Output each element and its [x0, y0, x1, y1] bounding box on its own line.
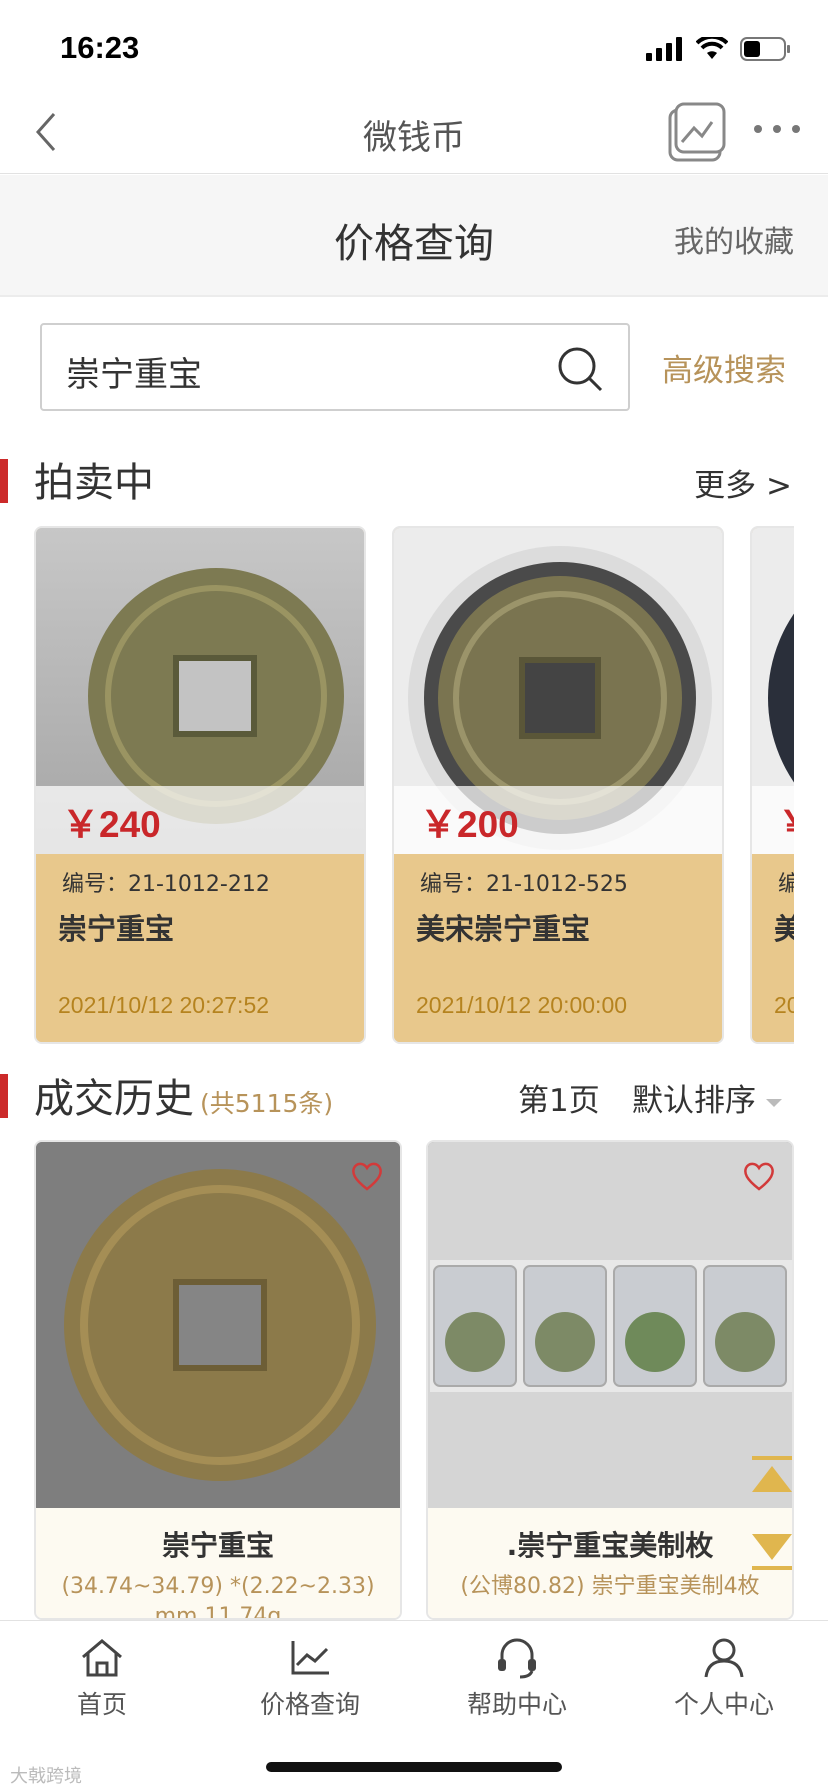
auction-number: 编号：21-1012-212	[62, 872, 270, 897]
sort-dropdown[interactable]: 默认排序	[632, 1075, 782, 1120]
history-card[interactable]: .崇宁重宝美制枚 (公博80.82) 崇宁重宝美制4枚	[426, 1140, 794, 1620]
search-icon[interactable]	[556, 345, 604, 393]
tab-home[interactable]: 首页	[22, 1637, 182, 1721]
auction-carousel[interactable]: ￥240 编号：21-1012-212 崇宁重宝 2021/10/12 20:2…	[34, 526, 794, 1046]
auction-info: 编号：21-1012-212 崇宁重宝 2021/10/12 20:27:52	[36, 854, 364, 1042]
history-name: .崇宁重宝美制枚	[506, 1529, 714, 1562]
tab-personal-center[interactable]: 个人中心	[644, 1637, 804, 1721]
auction-name: 美	[774, 906, 794, 948]
auction-price: ￥	[778, 794, 794, 848]
more-icon[interactable]	[752, 114, 802, 144]
search-input[interactable]: 崇宁重宝	[40, 323, 630, 411]
wifi-icon	[696, 37, 728, 59]
tab-price-query[interactable]: 价格查询	[230, 1637, 390, 1721]
person-icon	[704, 1638, 744, 1678]
tab-personal-center-label: 个人中心	[673, 1690, 774, 1719]
auction-name: 美宋崇宁重宝	[416, 912, 591, 946]
tab-help-center-label: 帮助中心	[466, 1690, 567, 1719]
my-favorites-link[interactable]: 我的收藏	[674, 217, 794, 261]
status-icons	[646, 36, 792, 62]
auction-time: 2021/10/12 20:00:00	[416, 992, 628, 1018]
auction-name: 崇宁重宝	[58, 912, 175, 946]
chevron-down-icon	[766, 1098, 782, 1107]
tab-home-label: 首页	[76, 1690, 127, 1719]
price-band: ￥	[752, 786, 794, 854]
history-title: 成交历史	[34, 1076, 194, 1122]
history-spec: (34.74~34.79) *(2.22~2.33) mm 11.74g	[61, 1574, 375, 1620]
auction-number: 编号：21-1012-525	[420, 872, 628, 897]
auction-price: ￥200	[420, 804, 519, 845]
auction-time: 2021/10/12 20:27:52	[58, 992, 270, 1018]
advanced-search-button[interactable]: 高级搜索	[662, 345, 786, 390]
history-count: (共5115条)	[200, 1089, 334, 1118]
auction-info: 编号：21-1012-525 美宋崇宁重宝 2021/10/12 20:00:0…	[394, 854, 722, 1042]
home-icon	[82, 1639, 122, 1677]
nav-bar: 微钱币	[0, 90, 828, 174]
status-time: 16:23	[60, 30, 140, 65]
history-card[interactable]: 崇宁重宝 (34.74~34.79) *(2.22~2.33) mm 11.74…	[34, 1140, 402, 1620]
history-info: 崇宁重宝 (34.74~34.79) *(2.22~2.33) mm 11.74…	[36, 1508, 400, 1620]
coin-image	[36, 1142, 400, 1508]
auction-section-title: 拍卖中	[34, 460, 154, 506]
auction-card[interactable]: ￥240 编号：21-1012-212 崇宁重宝 2021/10/12 20:2…	[34, 526, 366, 1044]
page-header: 价格查询 我的收藏	[0, 175, 828, 297]
history-spec: (公博80.82) 崇宁重宝美制4枚	[460, 1574, 760, 1599]
heart-icon[interactable]	[742, 1160, 776, 1192]
tab-price-query-label: 价格查询	[259, 1690, 360, 1719]
tab-help-center[interactable]: 帮助中心	[437, 1637, 597, 1721]
auction-number: 编	[778, 866, 794, 898]
history-section-title: 成交历史 (共5115条)	[34, 1066, 333, 1124]
chart-icon	[291, 1641, 329, 1675]
page-indicator[interactable]: 第1页	[518, 1075, 600, 1120]
section-marker	[0, 1074, 8, 1118]
history-name: 崇宁重宝	[161, 1529, 274, 1562]
auction-more-link[interactable]: 更多 >	[694, 460, 792, 505]
auction-time: 20	[774, 992, 794, 1018]
auction-price: ￥240	[62, 804, 161, 845]
price-band: ￥200	[394, 786, 722, 854]
battery-icon	[740, 37, 790, 61]
headset-icon	[498, 1638, 536, 1679]
auction-info: 编 美 20	[752, 854, 794, 1042]
heart-icon[interactable]	[350, 1160, 384, 1192]
status-bar: 16:23	[0, 0, 828, 96]
scroll-top-icon[interactable]	[748, 1454, 796, 1498]
search-value: 崇宁重宝	[66, 355, 202, 395]
gallery-icon[interactable]	[666, 100, 728, 162]
signal-icon	[646, 37, 682, 61]
auction-card[interactable]: ￥200 编号：21-1012-525 美宋崇宁重宝 2021/10/12 20…	[392, 526, 724, 1044]
watermark: 大戟跨境	[10, 1766, 82, 1787]
auction-card[interactable]: ￥ 编 美 20	[750, 526, 794, 1044]
history-info: .崇宁重宝美制枚 (公博80.82) 崇宁重宝美制4枚	[428, 1508, 792, 1618]
home-indicator	[266, 1762, 562, 1772]
sort-label: 默认排序	[632, 1083, 756, 1119]
section-marker	[0, 459, 8, 503]
scroll-bottom-icon[interactable]	[748, 1528, 796, 1572]
coin-image	[428, 1142, 792, 1508]
price-band: ￥240	[36, 786, 364, 854]
